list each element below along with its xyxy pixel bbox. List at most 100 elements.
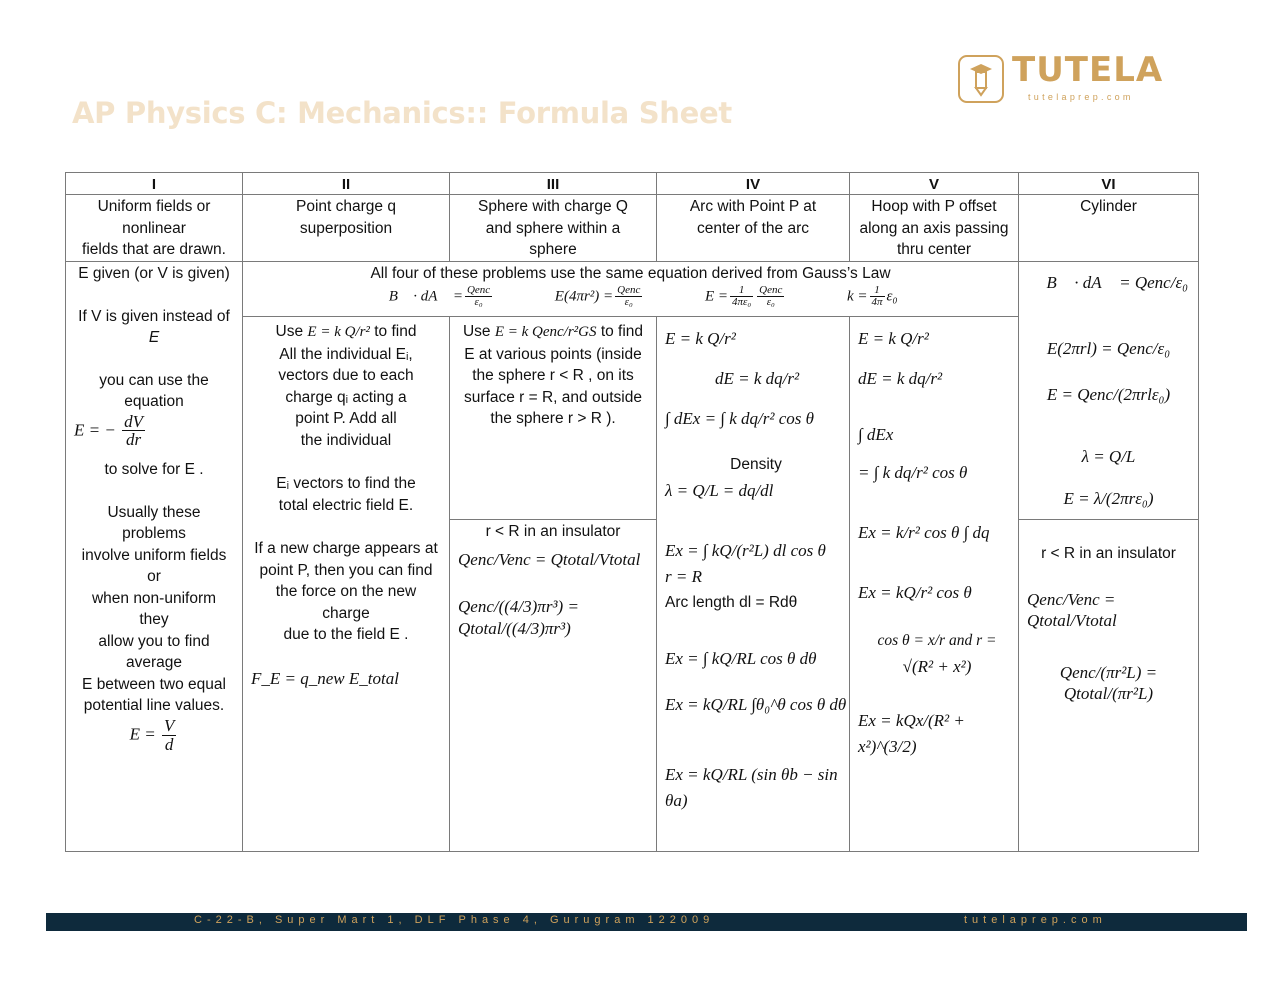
gauss-equations: ∮ B⃗ · dA⃗ = Qenc ε₀ E(4πr²) = Qenc ε₀ E = 1 4… [243,284,1018,309]
insulator-label: r < R in an insulator [485,523,621,540]
desc-line: Arc with Point P at [689,198,817,215]
col1-text: to solve for E . [104,461,204,479]
eq-den: 4π [871,296,883,309]
col3-text: surface r = R, and outside [464,388,642,406]
col4-eq: Ex = ∫ kQ/(r²L) dl cos θ [665,541,826,560]
table-border-right [1198,172,1199,852]
col4-eq: dE = k dq/r² [715,369,800,388]
text: Use [462,323,491,340]
equation-charge-volume: Qenc/(πr²L) = Qtotal/(πr²L) [1059,662,1158,704]
eq-lhs: E(4πr²) = [554,287,614,304]
desc-line: superposition [299,219,393,237]
col6-eq: E(2πrl) = Qenc/ε₀ [1046,339,1171,358]
banner-divider [243,316,1019,317]
insulator-label: r < R in an insulator [1041,545,1176,562]
col1-text: potential line values. [83,697,225,715]
col5-body: E = k Q/r² dE = k dq/r² ∫ dEx = ∫ k dq/r… [858,326,1016,760]
text: to find [600,323,644,340]
eq-num: dV [122,411,145,432]
equation-charge-ratio: Qenc/Venc = Qtotal/Vtotal [1027,589,1117,631]
desc-line: Hoop with P offset [871,198,997,215]
col4-eq: Arc length dl = Rdθ [665,594,798,611]
col5-eq: cos θ = x/r and r = [877,632,997,649]
col6-insulator: r < R in an insulator Qenc/Venc = Qtotal… [1019,543,1198,705]
col2-use-line: Use E = k Q/r² to find [243,321,449,344]
desc-col-4: Arc with Point P at center of the arc [657,196,849,239]
desc-line: Uniform fields or [97,198,211,215]
footer-address: C-22-B, Super Mart 1, DLF Phase 4, Gurug… [194,914,715,926]
col1-text: If V is given instead of [78,307,230,325]
col1-text: you can use the [99,371,209,389]
col2-text: vectors due to each [278,367,414,384]
col3-text: the sphere r > R ). [490,410,616,427]
eq-lhs: E = − [74,419,116,439]
desc-line: nonlinear [122,219,186,237]
col1-text: they [139,611,169,629]
gauss-eq-1: ∮ B⃗ · dA⃗ = Qenc ε₀ [373,284,494,309]
col1-text: problems [122,525,186,543]
desc-line: fields that are drawn. [82,241,226,258]
desc-line: along an axis passing [859,219,1009,237]
gauss-banner-text: All four of these problems use the same … [370,265,891,282]
table-border-bottom [65,851,1199,852]
col2-text: charge qᵢ acting a [285,388,407,406]
col1-text: Usually these [107,503,201,521]
col2-text: charge [322,604,370,622]
eq-lhs: E = [704,287,728,304]
col4-eq: λ = Q/L = dq/dl [665,481,774,500]
table-border-top [65,172,1199,173]
col3-insulator: r < R in an insulator Qenc/Venc = Qtotal… [450,521,656,639]
col2-text: point P, then you can find [259,561,433,579]
equation-charge-ratio: Qenc/Venc = Qtotal/Vtotal [458,549,641,569]
col1-text: E between two equal [82,675,226,693]
col2-text: due to the field E . [283,626,409,643]
equation-gauss-sphere: E = k Qenc/r²GS [494,324,597,340]
equation-charge-volume: Qenc/((4/3)πr³) = Qtotal/((4/3)πr³) [458,597,579,638]
col4-eq: Ex = kQ/RL (sin θb − sin θa) [665,765,838,810]
col5-eq: dE = k dq/r² [858,369,943,388]
col6-eq: E = λ/(2πrε₀) [1063,489,1154,508]
col5-eq: ∫ dEx [858,425,894,444]
equation-e-v-d: E = Vd [66,715,242,754]
col2-text: If a new charge appears at [254,540,438,557]
desc-col-1: Uniform fields or nonlinear fields that … [66,196,242,261]
col2-text: Eᵢ vectors to find the [276,475,416,492]
col3-use-line: Use E = k Qenc/r²GS to find [450,321,656,344]
desc-col-5: Hoop with P offset along an axis passing… [850,196,1018,261]
col1-text: average [125,654,182,672]
header-col-1: I [151,176,157,193]
col2-text: the individual [300,431,392,449]
col1-text: allow you to find [98,632,210,650]
col2-text: total electric field E. [278,496,414,514]
equation-coulomb: E = k Q/r² [307,324,370,340]
col1-text: involve uniform fields [81,546,227,564]
eq-lhs: k = [846,287,868,304]
header-col-5: V [928,176,939,193]
header-col-2: II [341,176,351,193]
gauss-eq-4: k = 1 4π ε₀ [846,284,898,309]
col4-eq: Ex = kQ/RL ∫θ₀^θ cos θ dθ [665,695,847,714]
desc-line: sphere [529,241,577,258]
equation-e-dv-dr: E = − dV dr [66,411,242,450]
eq-den: d [164,734,174,754]
col5-eq: E = k Q/r² [858,329,929,348]
col1-text: or [147,568,161,586]
footer-bar: C-22-B, Super Mart 1, DLF Phase 4, Gurug… [46,913,1247,931]
gauss-eq-2: E(4πr²) = Qenc ε₀ [554,284,645,309]
density-label: Density [730,456,782,473]
footer-url[interactable]: tutelaprep.com [964,914,1107,926]
col4-eq: ∫ dEx = ∫ k dq/r² cos θ [665,409,814,428]
desc-line: thru center [896,241,972,258]
col1-text: equation [124,393,184,410]
eq-den: dr [125,430,142,450]
eq-den: ε₀ [624,296,633,309]
col1-text: E [148,329,160,346]
col2-text: the force on the new [275,583,417,600]
desc-col-3: Sphere with charge Q and sphere within a… [450,196,656,261]
col-line-4b [849,316,850,852]
eq-num: V [161,715,177,736]
col1-body: E given (or V is given) If V is given in… [66,263,242,753]
col6-body: ∮ B⃗ · dA⃗ = Qenc/ε₀ E(2πrl) = Qenc/ε₀ E… [1019,270,1198,512]
header-col-3: III [546,176,560,193]
eq-den: 4πε₀ [732,296,752,309]
